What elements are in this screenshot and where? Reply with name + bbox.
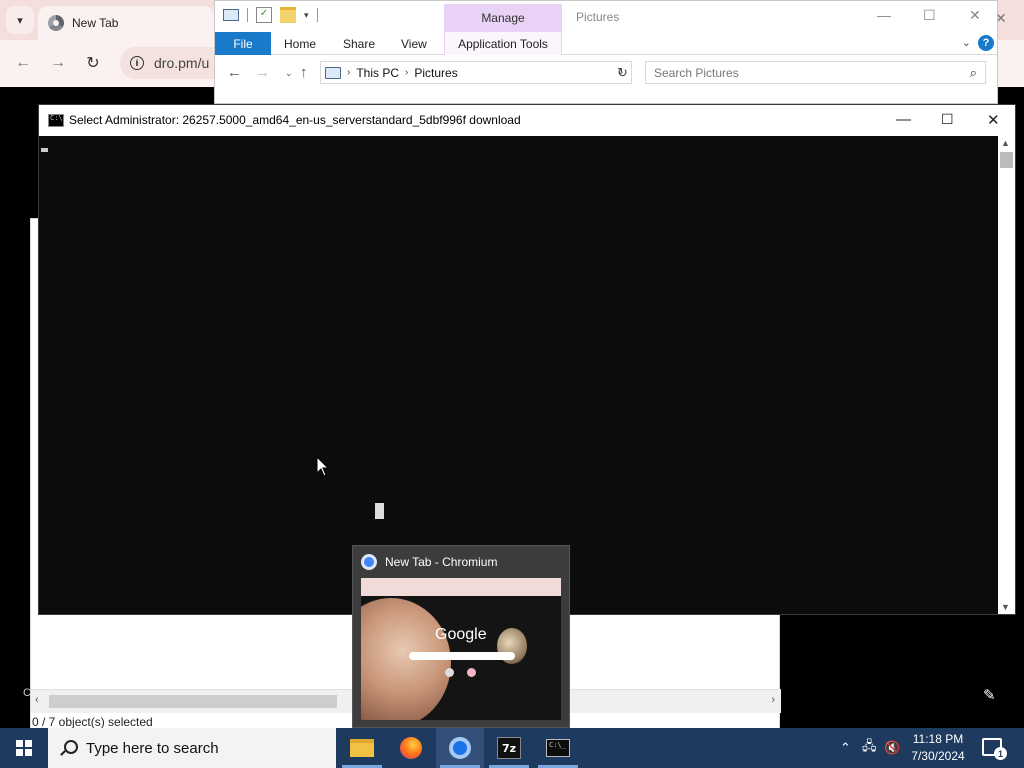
address-row: ← → ⌄ ↑ › This PC › Pictures ⌄ ↻ Search … — [215, 56, 997, 90]
ribbon-tabs: File Home Share View Application Tools ⌄… — [215, 32, 997, 55]
ribbon-tab-view[interactable]: View — [401, 37, 427, 51]
preview-title: New Tab - Chromium — [361, 554, 497, 570]
tab-search-chevron-down-icon[interactable]: ▾ — [6, 6, 34, 34]
quick-access-toolbar: ✓ ▾ — [223, 7, 318, 23]
search-icon[interactable]: ⌕ — [970, 65, 977, 81]
properties-icon[interactable] — [223, 9, 239, 21]
mouse-pointer-icon — [316, 456, 330, 477]
scroll-down-icon[interactable]: ▼ — [1001, 602, 1010, 612]
clock-date: 7/30/2024 — [911, 749, 965, 763]
file-explorer-window: ✓ ▾ Manage Pictures — ☐ ✕ File Home Shar… — [214, 0, 998, 104]
forward-arrow-icon[interactable]: → — [255, 64, 270, 81]
search-pictures-input[interactable]: Search Pictures ⌕ — [645, 61, 986, 84]
manage-context-header: Manage — [444, 4, 562, 32]
windows-logo-icon — [16, 740, 32, 756]
thumbnail-google-logo: Google — [435, 626, 487, 643]
scrollbar-thumb[interactable] — [1000, 152, 1013, 168]
scroll-up-icon[interactable]: ▲ — [1001, 138, 1010, 148]
back-arrow-icon[interactable]: ← — [12, 52, 34, 74]
show-hidden-icons-chevron-up-icon[interactable]: ⌃ — [840, 728, 851, 768]
ribbon-tab-share[interactable]: Share — [343, 37, 375, 51]
new-folder-icon[interactable] — [280, 7, 296, 23]
action-center-icon[interactable]: 1 — [982, 738, 1007, 760]
firefox-icon — [400, 737, 422, 759]
taskbar-search-text: Type here to search — [86, 739, 219, 757]
clock-time: 11:18 PM — [912, 732, 964, 746]
command-prompt-icon — [546, 739, 570, 757]
chromium-icon — [449, 737, 471, 759]
scroll-left-icon[interactable]: ‹ — [35, 694, 39, 706]
taskbar-search-box[interactable]: Type here to search — [48, 728, 336, 768]
file-explorer-icon — [350, 739, 374, 757]
tab-title: New Tab — [72, 16, 119, 30]
checkmark-icon[interactable]: ✓ — [256, 7, 272, 23]
taskbar-app-7zip[interactable]: 7z — [485, 728, 533, 768]
ribbon-tab-home[interactable]: Home — [284, 37, 316, 51]
reload-icon[interactable]: ↻ — [82, 52, 104, 74]
help-icon[interactable]: ? — [978, 35, 994, 51]
close-icon[interactable]: ✕ — [987, 111, 1000, 129]
breadcrumb-this-pc[interactable]: This PC — [356, 66, 399, 80]
search-icon — [60, 740, 78, 756]
command-prompt-window[interactable]: Select Administrator: 26257.5000_amd64_e… — [38, 104, 1016, 615]
up-arrow-icon[interactable]: ↑ — [300, 64, 308, 81]
taskbar-thumbnail-preview[interactable]: New Tab - Chromium Google — [352, 545, 570, 728]
cmd-app-icon[interactable] — [48, 114, 64, 127]
ribbon-tab-application-tools[interactable]: Application Tools — [444, 32, 562, 55]
ribbon-expand-chevron-icon[interactable]: ⌄ — [962, 36, 971, 49]
start-button[interactable] — [0, 728, 48, 768]
thumbnail-browser-bar — [361, 578, 561, 596]
breadcrumb-pictures[interactable]: Pictures — [414, 66, 457, 80]
explorer-window-title: Pictures — [576, 10, 620, 24]
search-placeholder: Search Pictures — [654, 65, 739, 80]
chromium-favicon-icon — [48, 15, 64, 31]
taskbar-app-chromium[interactable] — [436, 728, 484, 768]
recent-locations-chevron-icon[interactable]: ⌄ — [285, 68, 293, 79]
volume-muted-icon[interactable]: 🔇 — [884, 728, 900, 768]
taskbar-app-file-explorer[interactable] — [338, 728, 386, 768]
taskbar: Type here to search 7z ⌃ 🖧 🔇 11:18 PM 7/… — [0, 728, 1024, 768]
minimize-icon[interactable]: — — [896, 111, 911, 128]
ribbon-tab-file[interactable]: File — [215, 32, 271, 55]
refresh-icon[interactable]: ↻ — [617, 65, 628, 81]
thumbnail-search-box — [409, 652, 515, 660]
network-icon[interactable]: 🖧 — [862, 728, 877, 768]
scrollbar-thumb[interactable] — [49, 695, 337, 708]
explorer-titlebar: ✓ ▾ Manage Pictures — ☐ ✕ — [215, 1, 997, 32]
taskbar-clock[interactable]: 11:18 PM 7/30/2024 — [902, 731, 974, 765]
vertical-scrollbar[interactable]: ▲ ▼ — [998, 136, 1015, 614]
console-block-cursor — [375, 503, 384, 519]
chromium-tab-new-tab[interactable]: New Tab — [38, 6, 214, 40]
cmd-titlebar[interactable]: Select Administrator: 26257.5000_amd64_e… — [39, 105, 1015, 136]
maximize-icon[interactable]: ☐ — [941, 111, 954, 128]
omnibox-url: dro.pm/u — [154, 55, 210, 71]
thumbnail-shortcut — [467, 668, 476, 677]
qat-divider — [247, 8, 248, 22]
customize-qat-dropdown-icon[interactable]: ▾ — [304, 10, 309, 21]
taskbar-app-command-prompt[interactable] — [534, 728, 582, 768]
breadcrumb-chevron-icon[interactable]: › — [405, 67, 408, 78]
cmd-window-title: Select Administrator: 26257.5000_amd64_e… — [69, 113, 521, 127]
qat-divider-2 — [316, 8, 318, 22]
minimize-icon[interactable]: — — [877, 7, 891, 23]
breadcrumb-chevron-icon[interactable]: › — [347, 67, 350, 78]
scroll-right-icon[interactable]: › — [771, 694, 775, 706]
chromium-favicon-icon — [361, 554, 377, 570]
back-arrow-icon[interactable]: ← — [227, 64, 242, 81]
address-bar[interactable]: › This PC › Pictures ⌄ — [320, 61, 632, 84]
close-icon[interactable]: ✕ — [969, 7, 981, 24]
console-cursor — [41, 148, 48, 152]
maximize-icon[interactable]: ☐ — [923, 7, 936, 24]
taskbar-app-firefox[interactable] — [387, 728, 435, 768]
thumbnail-shortcut — [445, 668, 454, 677]
this-pc-icon — [325, 66, 341, 79]
forward-arrow-icon[interactable]: → — [47, 52, 69, 74]
preview-title-text: New Tab - Chromium — [385, 555, 498, 569]
partial-text: C — [23, 687, 31, 699]
notification-count-badge: 1 — [994, 747, 1007, 760]
site-info-icon[interactable]: i — [130, 56, 144, 70]
preview-thumbnail-image[interactable]: Google — [361, 578, 561, 720]
pencil-icon[interactable]: ✎ — [983, 686, 996, 704]
7zip-icon: 7z — [497, 737, 521, 759]
